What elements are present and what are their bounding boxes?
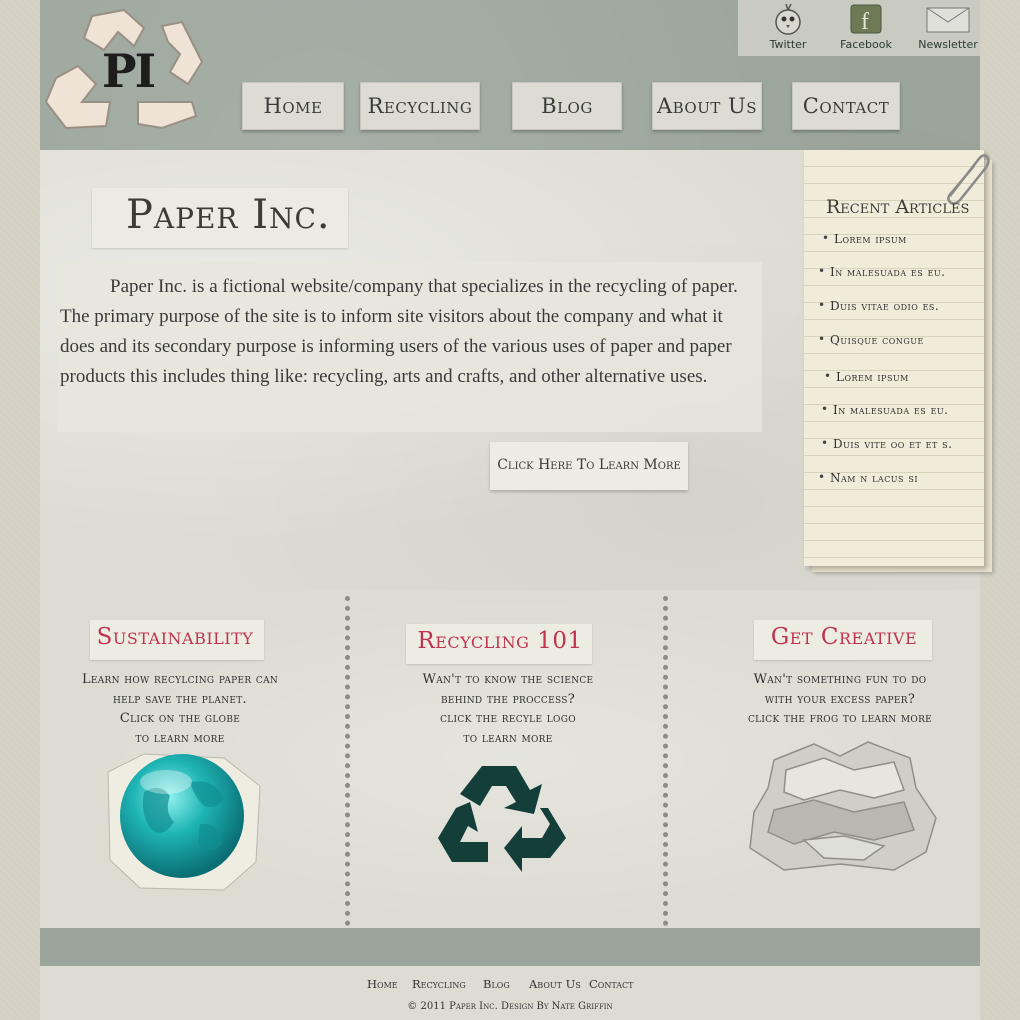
text-line: click the frog to learn more — [747, 711, 933, 726]
sustainability-text: Learn how recylcing paper can help save … — [50, 670, 310, 748]
footer-link-home[interactable]: Home — [367, 977, 398, 991]
text-line: to learn more — [135, 730, 225, 746]
nav-blog[interactable]: Blog — [512, 82, 622, 130]
nav-about-us[interactable]: About Us — [652, 82, 762, 130]
paper-frog-button[interactable] — [744, 740, 940, 876]
article-link[interactable]: In malesuada es eu. — [821, 402, 948, 417]
recycling-101-text: Wan't to know the science behind the pro… — [378, 670, 638, 748]
sustainability-title: Sustainability — [96, 624, 254, 650]
text-line: with your excess paper? — [764, 691, 916, 707]
text-line: to learn more — [463, 730, 553, 746]
text-line: help save the planet. — [113, 691, 247, 707]
article-link[interactable]: Quisque congue — [818, 332, 924, 347]
text-line: behind the proccess? — [440, 691, 576, 707]
footer-link-contact[interactable]: Contact — [589, 977, 634, 991]
twitter-link[interactable]: Twitter — [760, 2, 816, 58]
recycling-101-title: Recycling 101 — [417, 628, 583, 654]
get-creative-text: Wan't something fun to do with your exce… — [710, 670, 970, 729]
twitter-bird-icon — [775, 3, 801, 35]
newsletter-link[interactable]: Newsletter — [916, 2, 980, 58]
newsletter-label: Newsletter — [918, 38, 978, 51]
facebook-link[interactable]: f Facebook — [834, 2, 898, 58]
footer-link-about-us[interactable]: About Us — [529, 977, 581, 991]
footer-link-recycling[interactable]: Recycling — [412, 977, 466, 991]
logo-text: PI — [102, 44, 156, 98]
get-creative-title: Get Creative — [770, 624, 918, 650]
recent-articles-title: Recent Articles — [826, 196, 970, 218]
globe-icon — [107, 753, 261, 891]
recycle-logo-button[interactable] — [430, 762, 570, 878]
nav-contact[interactable]: Contact — [792, 82, 900, 130]
facebook-icon: f — [850, 4, 882, 35]
facebook-label: Facebook — [840, 38, 892, 51]
recycle-icon — [438, 766, 566, 872]
column-divider — [345, 596, 350, 926]
text-line: click the recyle logo — [440, 711, 576, 726]
logo[interactable]: PI — [42, 6, 208, 134]
intro-text: Paper Inc. is a fictional website/compan… — [60, 276, 738, 387]
article-link[interactable]: Lorem ipsum — [822, 231, 907, 246]
nav-recycling[interactable]: Recycling — [360, 82, 480, 130]
svg-text:f: f — [861, 9, 869, 35]
twitter-label: Twitter — [769, 38, 807, 51]
envelope-icon — [926, 7, 970, 33]
text-line: Wan't something fun to do — [753, 672, 927, 687]
text-line: Click on the globe — [119, 711, 241, 726]
footer-link-blog[interactable]: Blog — [483, 977, 510, 991]
article-link[interactable]: Nam n lacus si — [818, 470, 918, 485]
article-link[interactable]: Duis vite oo et et s. — [821, 436, 952, 451]
page-title: Paper Inc. — [126, 192, 331, 238]
learn-more-button[interactable]: Click Here To Learn More — [490, 442, 688, 490]
column-divider — [663, 596, 668, 926]
nav-home[interactable]: Home — [242, 82, 344, 130]
article-link[interactable]: Lorem ipsum — [824, 369, 909, 384]
article-link[interactable]: Duis vitae odio es. — [818, 298, 939, 313]
globe-button[interactable] — [104, 752, 264, 896]
copyright: © 2011 Paper Inc. Design By Nate Griffin — [407, 1001, 613, 1012]
text-line: Wan't to know the science — [422, 672, 594, 687]
article-link[interactable]: In malesuada es eu. — [818, 264, 945, 279]
paper-frog-icon — [749, 741, 937, 871]
text-line: Learn how recylcing paper can — [81, 672, 279, 687]
footer-band — [40, 928, 980, 968]
